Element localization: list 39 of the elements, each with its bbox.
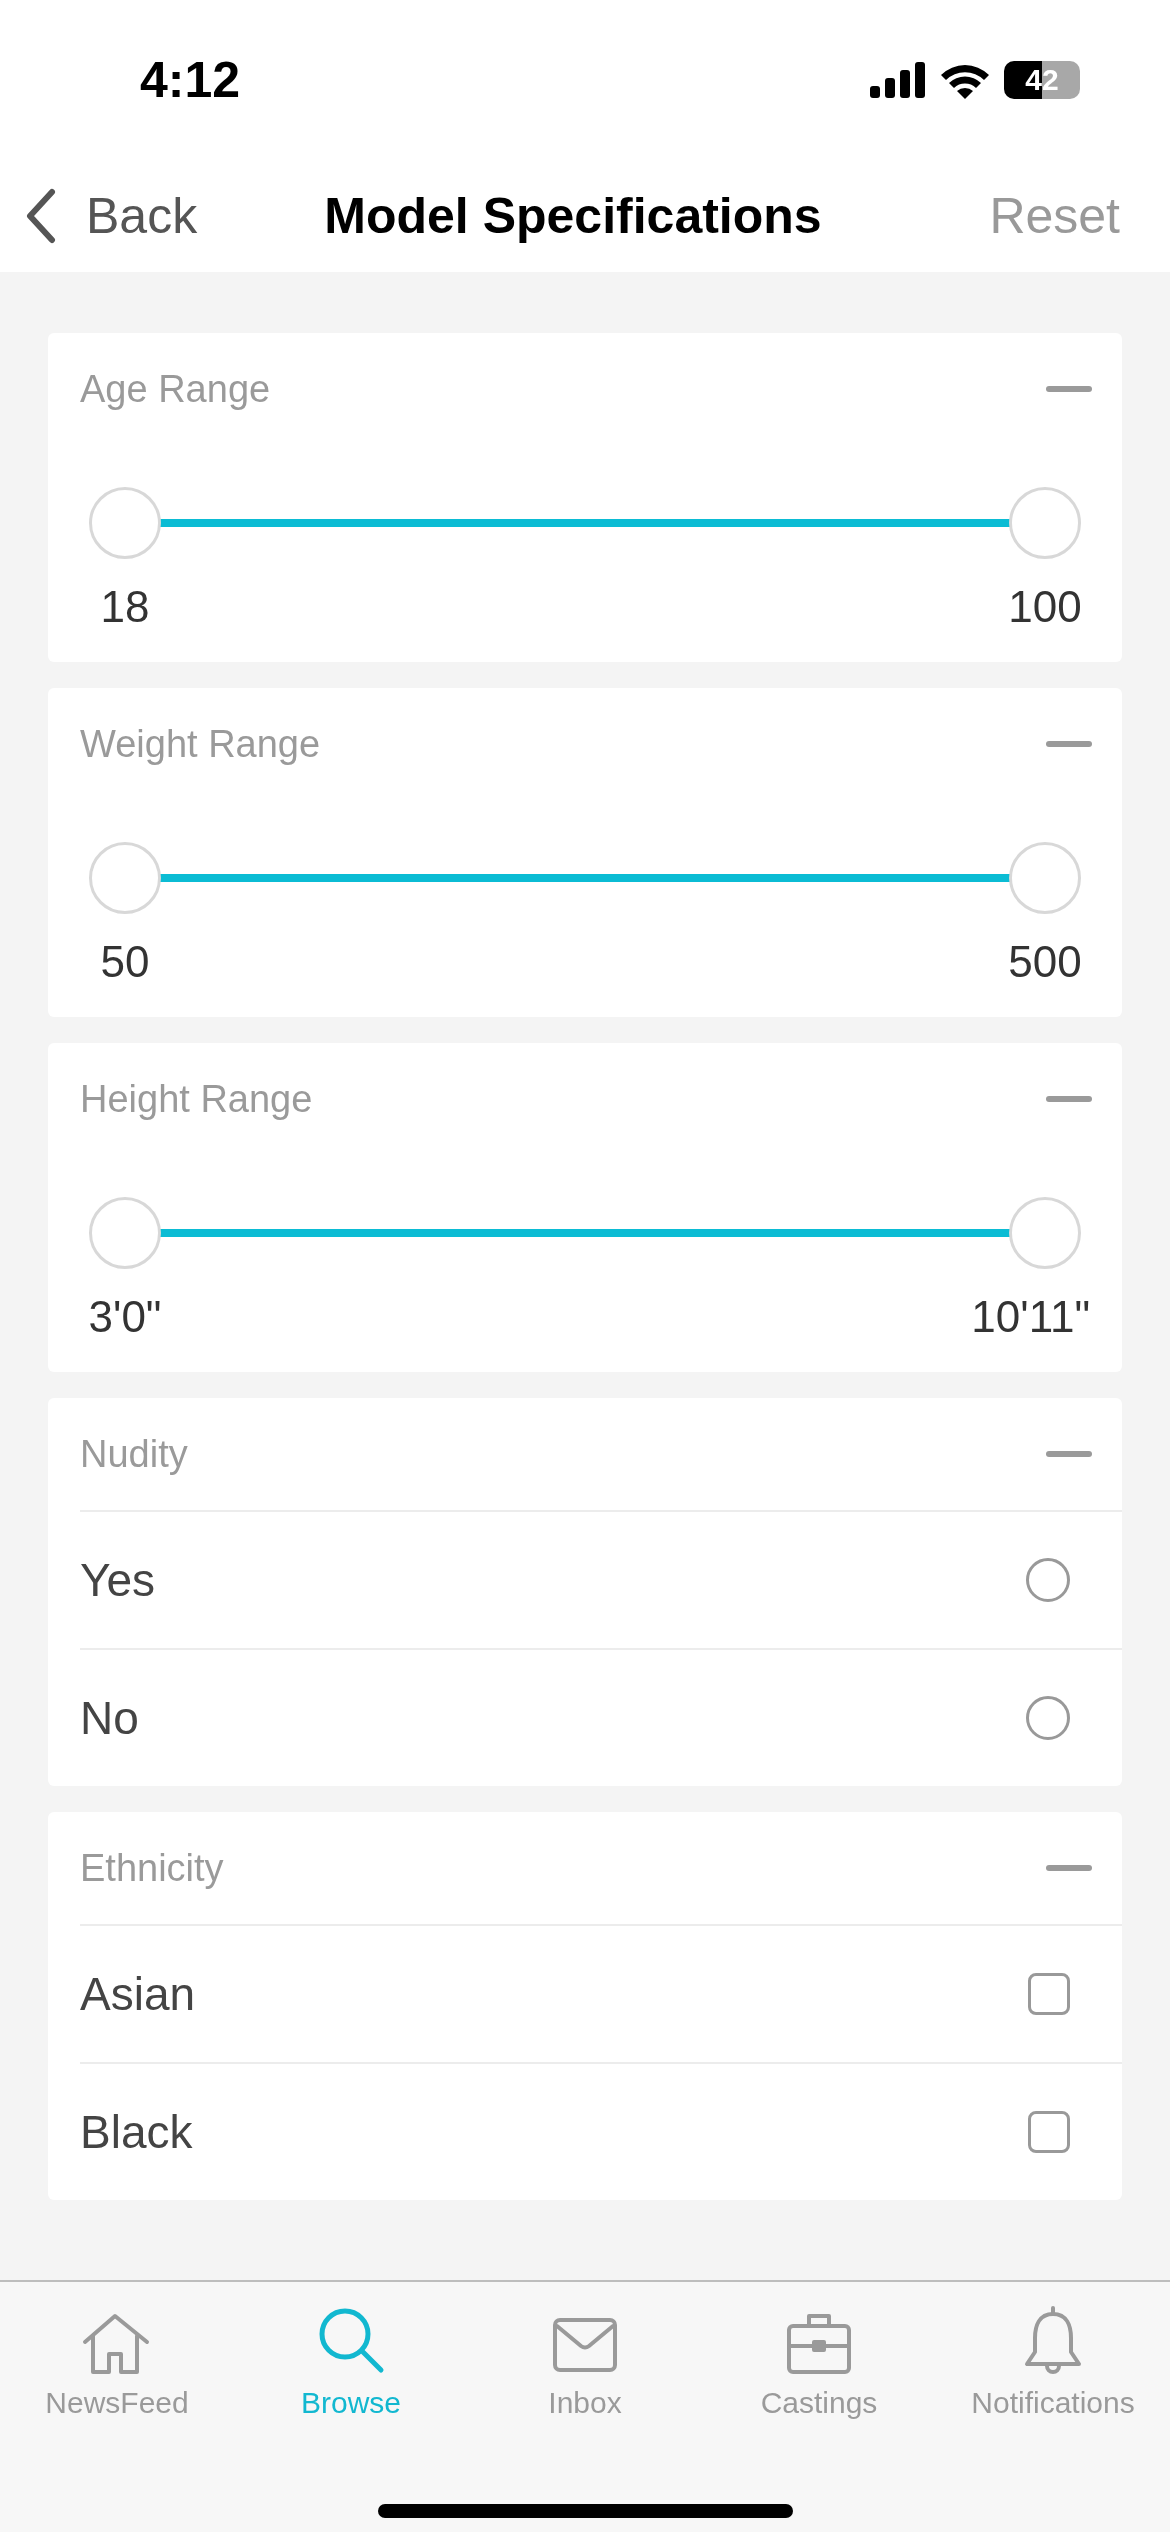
- tab[interactable]: NewsFeed: [0, 2282, 234, 2420]
- section-title: Ethnicity: [80, 1846, 224, 1890]
- option-label: Asian: [80, 1967, 196, 2021]
- min-value: 3'0": [87, 1291, 163, 1343]
- option-label: Black: [80, 2105, 193, 2159]
- page-title: Model Specifications: [324, 187, 822, 245]
- max-value: 500: [1007, 936, 1083, 988]
- collapse-icon[interactable]: [1046, 386, 1092, 392]
- section-title: Nudity: [80, 1432, 188, 1476]
- collapse-icon[interactable]: [1046, 1451, 1092, 1457]
- option-label: Yes: [80, 1553, 156, 1607]
- section-title: Age Range: [80, 367, 271, 411]
- radio-button[interactable]: [1026, 1696, 1070, 1740]
- max-value: 10'11": [971, 1291, 1090, 1343]
- section-title: Weight Range: [80, 722, 321, 766]
- max-value: 100: [1007, 581, 1083, 633]
- collapse-icon[interactable]: [1046, 1865, 1092, 1871]
- collapse-icon[interactable]: [1046, 741, 1092, 747]
- section-title: Height Range: [80, 1077, 313, 1121]
- option-row[interactable]: Black: [80, 2062, 1122, 2200]
- reset-button[interactable]: Reset: [989, 187, 1120, 245]
- checkbox[interactable]: [1028, 1973, 1070, 2015]
- status-time: 4:12: [140, 51, 241, 109]
- chevron-left-icon: [26, 188, 56, 244]
- option-row[interactable]: Asian: [80, 1924, 1122, 2062]
- min-value: 18: [99, 581, 151, 633]
- radio-button[interactable]: [1026, 1558, 1070, 1602]
- signal-icon: [870, 62, 926, 98]
- checkbox[interactable]: [1028, 2111, 1070, 2153]
- tab[interactable]: Castings: [702, 2282, 936, 2420]
- tab[interactable]: Browse: [234, 2282, 468, 2420]
- tab[interactable]: Inbox: [468, 2282, 702, 2420]
- option-row[interactable]: No: [80, 1648, 1122, 1786]
- min-value: 50: [99, 936, 151, 988]
- tab[interactable]: Notifications: [936, 2282, 1170, 2420]
- option-label: No: [80, 1691, 139, 1745]
- option-row[interactable]: Yes: [80, 1510, 1122, 1648]
- back-button[interactable]: Back: [26, 187, 198, 245]
- collapse-icon[interactable]: [1046, 1096, 1092, 1102]
